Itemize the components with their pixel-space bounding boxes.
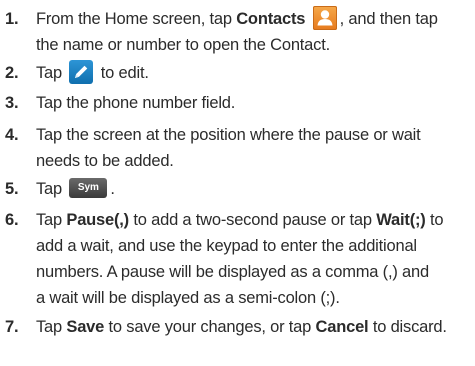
step-text: Tap Sym. xyxy=(36,176,469,202)
pause-label: Pause(,) xyxy=(66,211,129,229)
step-2: 2. Tap to edit. xyxy=(0,59,469,86)
step-number: 4. xyxy=(5,126,19,144)
step-5: 5. Tap Sym. xyxy=(0,176,469,202)
step-text: Tap Save to save your changes, or tap Ca… xyxy=(36,318,447,336)
wait-label: Wait(;) xyxy=(376,211,426,229)
step-number: 6. xyxy=(5,211,19,229)
step-4: 4. Tap the screen at the position where … xyxy=(0,122,469,174)
step-text: Tap the screen at the position where the… xyxy=(36,126,421,170)
step-number: 5. xyxy=(5,180,19,198)
step-text: Tap Pause(,) to add a two-second pause o… xyxy=(36,211,444,307)
step-number: 3. xyxy=(5,94,19,112)
contacts-person-icon xyxy=(312,5,337,30)
step-text: Tap to edit. xyxy=(36,59,469,86)
save-label: Save xyxy=(66,318,105,336)
step-number: 1. xyxy=(5,10,19,28)
sym-key-icon: Sym xyxy=(69,177,108,198)
cancel-label: Cancel xyxy=(315,318,369,336)
contacts-label: Contacts xyxy=(236,10,306,28)
step-text: Tap the phone number field. xyxy=(36,94,236,112)
instruction-steps: 1. From the Home screen, tap Contacts , … xyxy=(0,0,475,366)
step-number: 2. xyxy=(5,64,19,82)
step-number: 7. xyxy=(5,318,19,336)
step-6: 6. Tap Pause(,) to add a two-second paus… xyxy=(0,207,469,311)
pencil-edit-icon xyxy=(69,59,94,84)
step-text: From the Home screen, tap Contacts , and… xyxy=(36,5,469,58)
step-1: 1. From the Home screen, tap Contacts , … xyxy=(0,5,469,58)
step-7: 7. Tap Save to save your changes, or tap… xyxy=(0,314,469,340)
step-3: 3. Tap the phone number field. xyxy=(0,90,469,116)
